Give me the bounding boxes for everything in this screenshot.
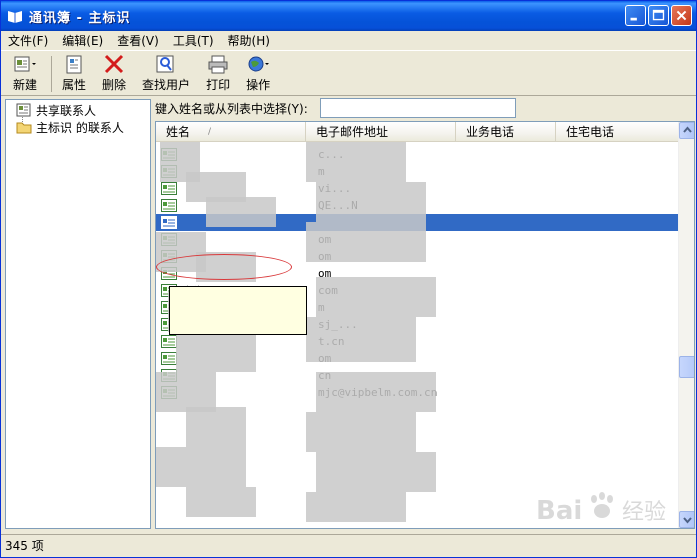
tree-item-label: 主标识 的联系人 [36, 120, 124, 135]
contact-card-icon [161, 335, 177, 348]
folder-open-icon [16, 122, 32, 134]
action-globe-icon [248, 56, 270, 72]
menu-tools[interactable]: 工具(T) [166, 31, 221, 51]
column-name-label: 姓名 [166, 125, 191, 139]
toolbar-separator [51, 56, 53, 92]
find-user-icon [156, 55, 174, 73]
properties-label: 属性 [62, 78, 87, 92]
menu-view[interactable]: 查看(V) [110, 31, 166, 51]
menu-help[interactable]: 帮助(H) [221, 31, 277, 51]
action-button[interactable]: 操作 [240, 52, 276, 94]
find-user-label: 查找用户 [142, 78, 191, 92]
contact-card-icon [161, 216, 177, 229]
toolbar: 新建 属性 删除 查找用户 打印 操作 [1, 52, 696, 96]
delete-button[interactable]: 删除 [96, 52, 132, 94]
privacy-blur-block [316, 277, 436, 317]
tree-item-main-contacts[interactable]: 主标识 的联系人 [16, 119, 124, 135]
chevron-up-icon [683, 126, 692, 133]
privacy-blur-block [316, 182, 426, 222]
search-label: 键入姓名或从列表中选择(Y): [155, 101, 308, 116]
scroll-up-button[interactable] [679, 122, 694, 139]
new-contact-icon [14, 56, 36, 72]
search-input[interactable] [319, 98, 516, 118]
address-book-window: 通讯簿 - 主标识 文件(F) 编辑(E) 查看(V) 工具(T) 帮助(H) [0, 0, 697, 558]
print-button[interactable]: 打印 [200, 52, 236, 94]
column-home-phone-label: 住宅电话 [566, 125, 615, 139]
column-email-label: 电子邮件地址 [316, 125, 389, 139]
minimize-button[interactable] [625, 5, 646, 26]
menu-file[interactable]: 文件(F) [1, 31, 55, 51]
contact-card-icon [161, 352, 177, 365]
privacy-blur-block [306, 142, 406, 182]
annotation-ellipse [156, 254, 292, 280]
action-label: 操作 [246, 78, 271, 92]
title-bar[interactable]: 通讯簿 - 主标识 [1, 1, 696, 31]
window-title: 通讯簿 - 主标识 [29, 10, 131, 26]
status-bar: 345 项 [1, 534, 696, 556]
privacy-blur-block [186, 407, 246, 447]
close-button[interactable] [671, 5, 692, 26]
privacy-blur-block [316, 372, 436, 412]
privacy-blur-block [176, 332, 256, 372]
new-label: 新建 [13, 78, 38, 92]
menu-bar: 文件(F) 编辑(E) 查看(V) 工具(T) 帮助(H) [1, 31, 696, 51]
column-header-email[interactable]: 电子邮件地址 [306, 122, 456, 142]
sort-indicator: / [208, 127, 212, 137]
close-icon [676, 10, 687, 21]
privacy-blur-block [206, 197, 276, 227]
privacy-blur-block [306, 412, 416, 452]
vertical-scrollbar[interactable] [678, 122, 694, 528]
privacy-blur-block [306, 317, 416, 362]
menu-edit[interactable]: 编辑(E) [55, 31, 110, 51]
address-book-icon [8, 11, 22, 23]
privacy-blur-block [186, 487, 256, 517]
contact-card-icon [161, 182, 177, 195]
privacy-blur-block [306, 222, 426, 262]
svg-text:Bai: Bai [536, 496, 582, 526]
find-user-button[interactable]: 查找用户 [136, 52, 196, 94]
column-header-name[interactable]: 姓名 / [156, 122, 306, 142]
shared-contacts-icon [16, 103, 31, 117]
maximize-icon [652, 9, 665, 21]
svg-text:经验: 经验 [622, 500, 666, 525]
delete-label: 删除 [102, 78, 127, 92]
list-header: 姓名 / 电子邮件地址 业务电话 住宅电话 [156, 122, 678, 142]
contact-card-icon [161, 199, 177, 212]
scroll-thumb[interactable] [679, 356, 694, 378]
list-rows: c...mvi...QE...Nomomom先生commsj_...t.cnom… [156, 142, 678, 528]
maximize-button[interactable] [648, 5, 669, 26]
delete-icon [104, 54, 124, 74]
privacy-blur-block [156, 447, 246, 487]
name-tooltip [169, 286, 307, 335]
minimize-icon [630, 17, 637, 21]
new-button[interactable]: 新建 [7, 52, 43, 94]
printer-icon [208, 55, 228, 74]
privacy-blur-block [306, 492, 406, 522]
column-header-business-phone[interactable]: 业务电话 [456, 122, 556, 142]
table-row[interactable]: c... [156, 146, 678, 163]
tree-item-shared-contacts[interactable]: 共享联系人 [16, 102, 96, 118]
column-business-phone-label: 业务电话 [466, 125, 515, 139]
properties-button[interactable]: 属性 [56, 52, 92, 94]
tree-item-label: 共享联系人 [36, 103, 97, 118]
baidu-watermark-logo: Bai 经验 [536, 492, 666, 526]
folder-tree: 共享联系人 主标识 的联系人 [5, 99, 151, 529]
item-count: 345 项 [5, 539, 44, 553]
column-header-home-phone[interactable]: 住宅电话 [556, 122, 678, 142]
privacy-blur-block [156, 372, 216, 412]
search-row: 键入姓名或从列表中选择(Y): [155, 97, 695, 119]
print-label: 打印 [206, 78, 231, 92]
privacy-blur-block [316, 452, 436, 492]
properties-icon [66, 55, 82, 74]
